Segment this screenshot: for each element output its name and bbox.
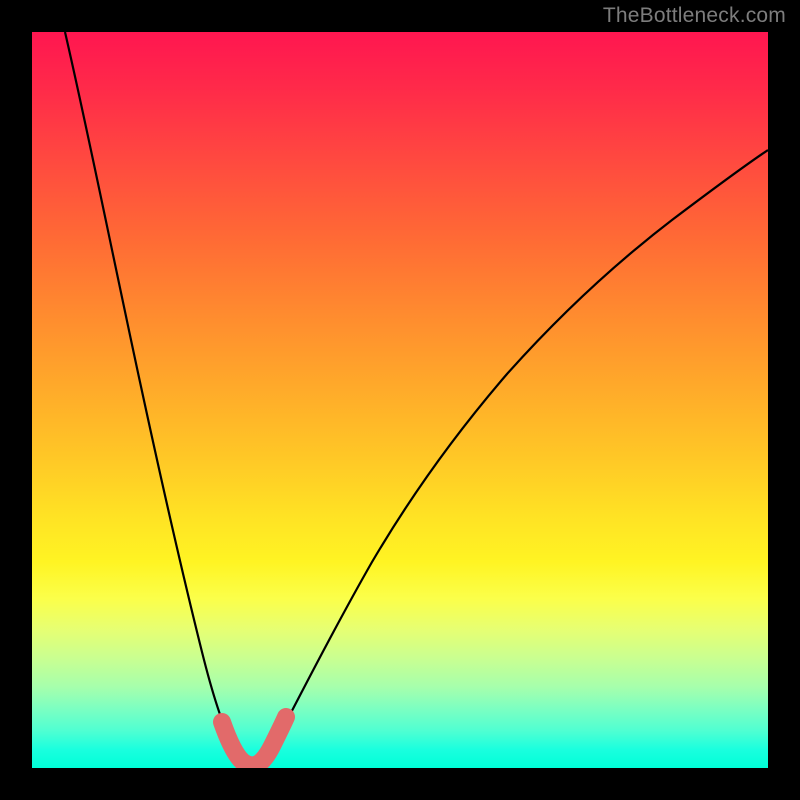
curve-layer [32, 32, 768, 768]
highlight-bottom [222, 717, 286, 765]
watermark-text: TheBottleneck.com [603, 4, 786, 28]
chart-frame: TheBottleneck.com [0, 0, 800, 800]
bottleneck-curve [65, 32, 768, 765]
plot-area [32, 32, 768, 768]
